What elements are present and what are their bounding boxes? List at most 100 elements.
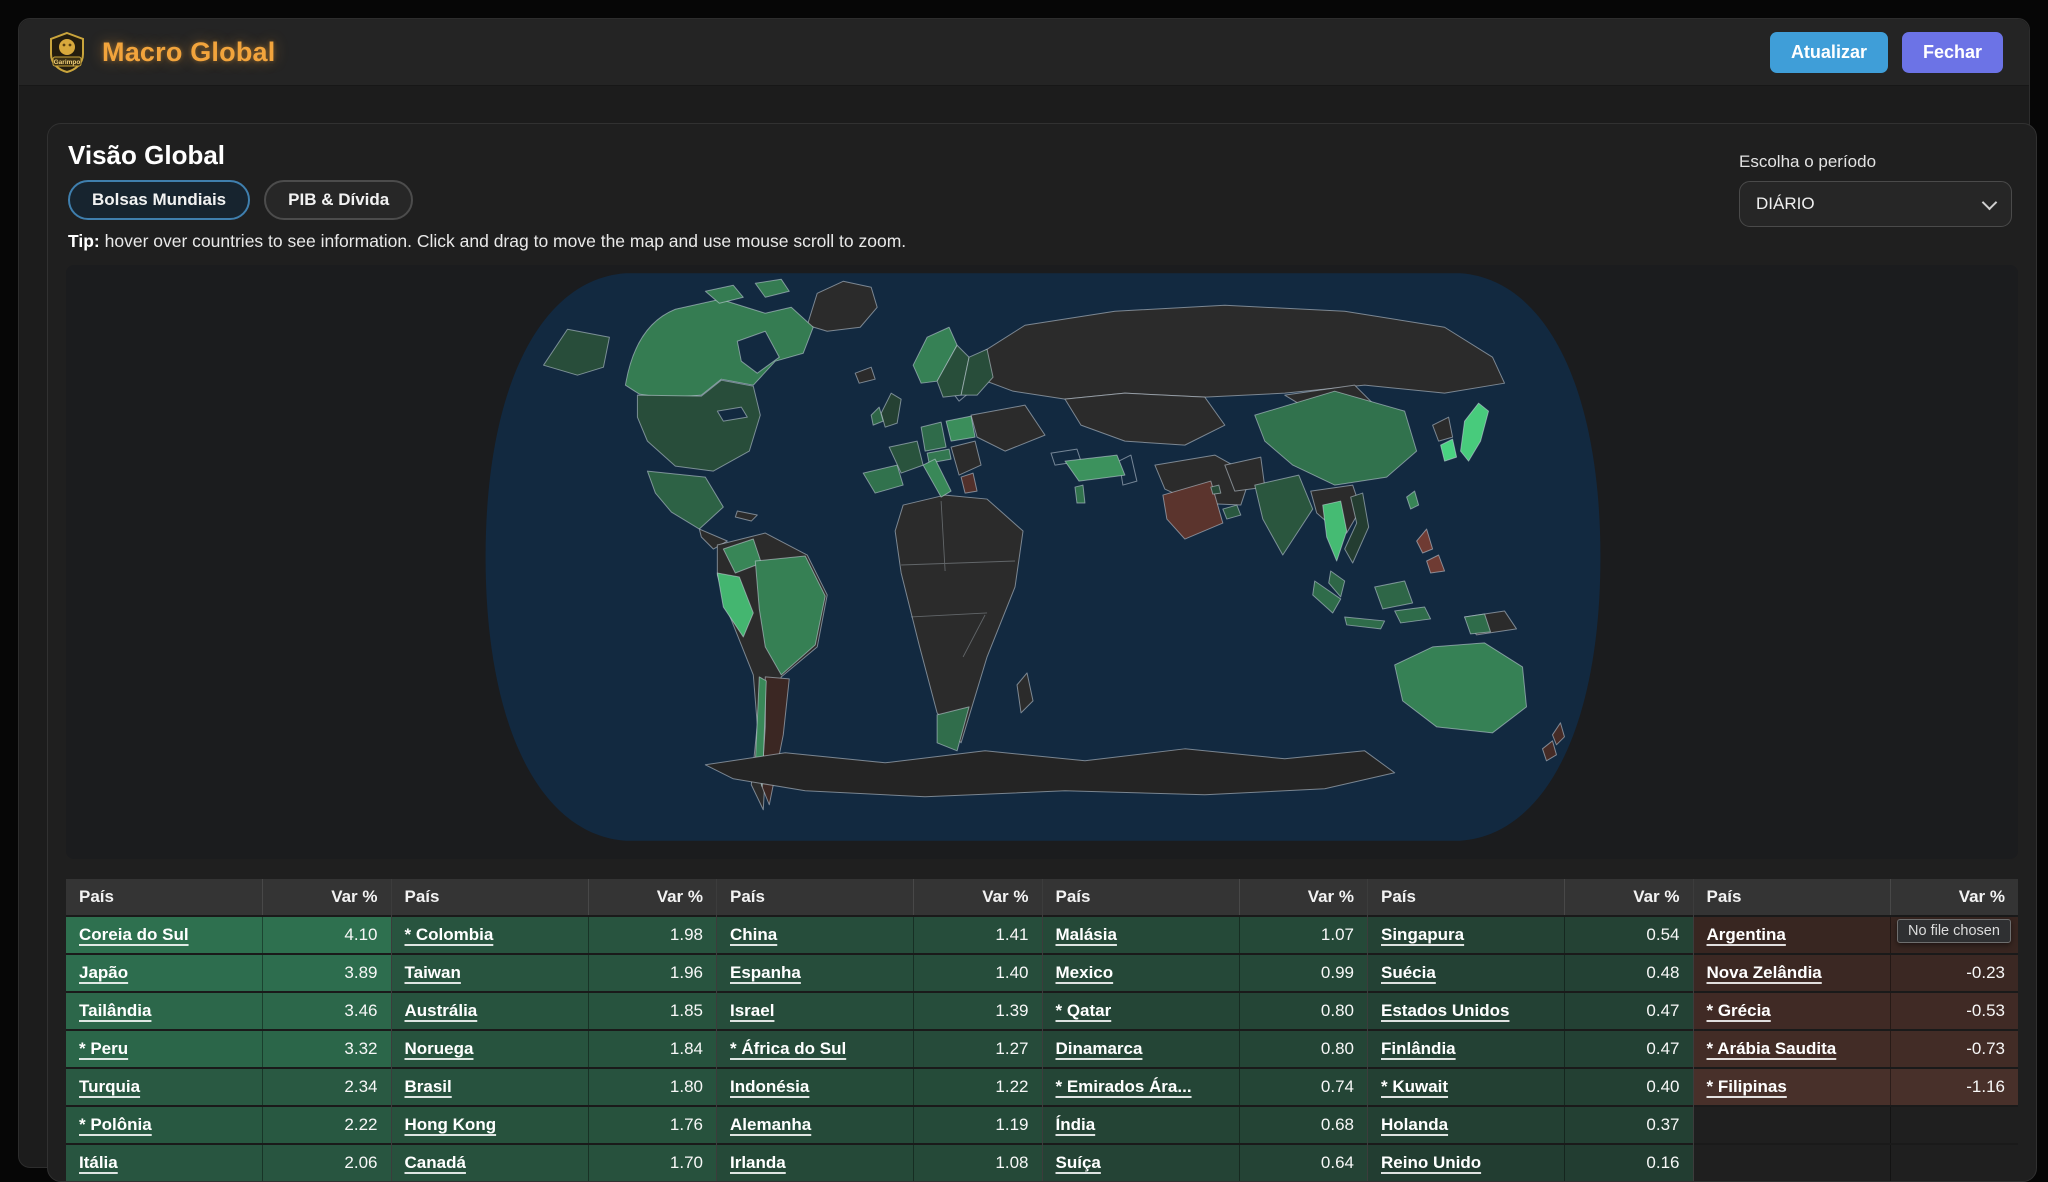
country-link[interactable]: Japão: [79, 963, 128, 983]
app-title: Macro Global: [102, 37, 275, 68]
table-row: Japão3.89: [66, 955, 391, 993]
country-link[interactable]: * África do Sul: [730, 1039, 846, 1059]
country-link[interactable]: Singapura: [1381, 925, 1464, 945]
country-link[interactable]: * Colombia: [405, 925, 494, 945]
table-row: Singapura 0.54: [1368, 917, 1693, 955]
table-header-row: PaísVar %: [392, 879, 717, 917]
country-link[interactable]: Canadá: [405, 1153, 466, 1173]
country-link[interactable]: Taiwan: [405, 963, 461, 983]
var-value: 0.54: [1646, 925, 1679, 945]
tab-bolsas-mundiais[interactable]: Bolsas Mundiais: [68, 180, 250, 220]
var-value: 1.41: [995, 925, 1028, 945]
country-link[interactable]: Coreia do Sul: [79, 925, 189, 945]
map-country-kuwait[interactable]: [1211, 485, 1221, 494]
country-link[interactable]: Irlanda: [730, 1153, 786, 1173]
svg-text:Garimpo: Garimpo: [54, 59, 81, 66]
chevron-down-icon: [1982, 194, 1998, 210]
var-value: 1.70: [670, 1153, 703, 1173]
country-link[interactable]: Mexico: [1056, 963, 1114, 983]
var-value: 1.84: [670, 1039, 703, 1059]
country-link[interactable]: Dinamarca: [1056, 1039, 1143, 1059]
var-value: 1.76: [670, 1115, 703, 1135]
table-row: Indonésia 1.22: [717, 1069, 1042, 1107]
table-row: Nova Zelândia-0.23: [1694, 955, 2019, 993]
country-link[interactable]: Hong Kong: [405, 1115, 497, 1135]
table-row: * Arábia Saudita -0.73: [1694, 1031, 2019, 1069]
map-country-germany[interactable]: [921, 422, 946, 451]
country-link[interactable]: China: [730, 925, 777, 945]
file-input-tooltip: No file chosen: [1897, 919, 2011, 943]
country-link[interactable]: * Kuwait: [1381, 1077, 1448, 1097]
table-row: * Emirados Ára...0.74: [1043, 1069, 1368, 1107]
var-value: 0.16: [1646, 1153, 1679, 1173]
country-link[interactable]: Brasil: [405, 1077, 452, 1097]
country-link[interactable]: Estados Unidos: [1381, 1001, 1509, 1021]
var-value: 1.07: [1321, 925, 1354, 945]
country-link[interactable]: * Grécia: [1707, 1001, 1771, 1021]
country-link[interactable]: * Qatar: [1056, 1001, 1112, 1021]
table-row: Reino Unido 0.16: [1368, 1145, 1693, 1182]
var-value: 0.47: [1646, 1001, 1679, 1021]
table-row: * Filipinas -1.16: [1694, 1069, 2019, 1107]
world-map-svg: [66, 265, 2018, 859]
country-link[interactable]: Espanha: [730, 963, 801, 983]
country-link[interactable]: Suíça: [1056, 1153, 1101, 1173]
table-row: Noruega 1.84: [392, 1031, 717, 1069]
country-link[interactable]: Tailândia: [79, 1001, 151, 1021]
country-link[interactable]: Alemanha: [730, 1115, 811, 1135]
var-value: 1.22: [995, 1077, 1028, 1097]
var-value: 2.22: [344, 1115, 377, 1135]
refresh-button[interactable]: Atualizar: [1770, 32, 1888, 73]
var-value: 1.96: [670, 963, 703, 983]
app-surface: Garimpo Macro Global Atualizar Fechar Vi…: [18, 18, 2030, 1168]
var-value: 0.47: [1646, 1039, 1679, 1059]
country-link[interactable]: * Filipinas: [1707, 1077, 1787, 1097]
world-map[interactable]: [66, 265, 2018, 859]
country-link[interactable]: Itália: [79, 1153, 118, 1173]
table-row: Espanha 1.40: [717, 955, 1042, 993]
var-value: 1.98: [670, 925, 703, 945]
var-value: 3.32: [344, 1039, 377, 1059]
var-value: -0.73: [1966, 1039, 2005, 1059]
country-link[interactable]: Finlândia: [1381, 1039, 1456, 1059]
var-value: 1.85: [670, 1001, 703, 1021]
table-row: Holanda0.37: [1368, 1107, 1693, 1145]
country-link[interactable]: * Arábia Saudita: [1707, 1039, 1837, 1059]
country-link[interactable]: Nova Zelândia: [1707, 963, 1822, 983]
table-row: Finlândia 0.47: [1368, 1031, 1693, 1069]
country-link[interactable]: Indonésia: [730, 1077, 809, 1097]
tab-pib-divida[interactable]: PIB & Dívida: [264, 180, 413, 220]
country-link[interactable]: Noruega: [405, 1039, 474, 1059]
country-link[interactable]: * Polônia: [79, 1115, 152, 1135]
map-country-israel[interactable]: [1075, 485, 1085, 503]
country-link[interactable]: Suécia: [1381, 963, 1436, 983]
country-link[interactable]: * Peru: [79, 1039, 128, 1059]
country-link[interactable]: Reino Unido: [1381, 1153, 1481, 1173]
period-select[interactable]: DIÁRIO: [1739, 181, 2012, 227]
table-row: [1694, 1107, 2019, 1145]
period-selected-value: DIÁRIO: [1756, 194, 1815, 214]
country-link[interactable]: Argentina: [1707, 925, 1786, 945]
col-header-pais: País: [730, 887, 765, 907]
table-row: Dinamarca0.80: [1043, 1031, 1368, 1069]
col-header-pais: País: [79, 887, 114, 907]
close-button[interactable]: Fechar: [1902, 32, 2003, 73]
country-link[interactable]: * Emirados Ára...: [1056, 1077, 1192, 1097]
var-value: 0.68: [1321, 1115, 1354, 1135]
var-value: -0.53: [1966, 1001, 2005, 1021]
country-link[interactable]: Turquia: [79, 1077, 140, 1097]
table-column-pair: PaísVar %Singapura0.54Suécia0.48Estados …: [1367, 879, 1693, 1182]
col-header-pais: País: [1381, 887, 1416, 907]
var-value: 0.40: [1646, 1077, 1679, 1097]
country-link[interactable]: Malásia: [1056, 925, 1117, 945]
country-link[interactable]: Austrália: [405, 1001, 478, 1021]
col-header-var: Var %: [1959, 887, 2005, 907]
country-link[interactable]: Holanda: [1381, 1115, 1448, 1135]
country-link[interactable]: Israel: [730, 1001, 774, 1021]
table-row: China 1.41: [717, 917, 1042, 955]
var-value: 1.40: [995, 963, 1028, 983]
map-country-poland[interactable]: [946, 416, 975, 441]
garimpo-logo-icon: Garimpo: [45, 30, 89, 74]
var-value: -1.16: [1966, 1077, 2005, 1097]
country-link[interactable]: Índia: [1056, 1115, 1096, 1135]
